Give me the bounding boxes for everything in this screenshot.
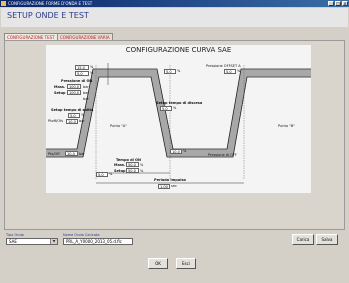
nome-onda-field[interactable]: PRL_A_Y0000_2013_05.d.flc xyxy=(63,238,133,245)
ptoff-input[interactable]: 10.0 xyxy=(66,119,78,124)
pressure-max-input[interactable]: 100.0 xyxy=(67,84,81,89)
point-b-label: Punto "B" xyxy=(278,124,295,128)
ton-setup-input[interactable]: 50.0 xyxy=(126,168,139,173)
window-title: CONFIGURAZIONE FORME D'ONDA E TEST xyxy=(8,1,93,6)
period-unit: sec xyxy=(171,184,177,188)
ptsoff-label: Pts/Off xyxy=(48,152,60,156)
page-header: SETUP ONDE E TEST xyxy=(1,8,348,27)
carica-button[interactable]: Carica xyxy=(292,234,314,245)
close-button[interactable]: x xyxy=(342,1,348,6)
ptoff-unit: bar xyxy=(79,119,85,123)
ptsoff-input[interactable]: 10.0 xyxy=(65,151,78,156)
setup-fall-label: Setup tempo di discesa xyxy=(156,101,203,105)
pressure-offset-label: Pressione OFFSET A xyxy=(206,64,241,68)
ptoff-label: Ptoff/Ofs xyxy=(48,119,64,123)
ton-setup-label: Setup xyxy=(114,169,126,173)
minimize-button[interactable]: _ xyxy=(328,1,334,6)
top-right-pct-input[interactable]: 5.0 xyxy=(164,69,176,74)
tipo-onda-label: Tipo Onda xyxy=(6,233,24,237)
pressure-setup-unit: bar xyxy=(83,91,89,95)
pressure-setup-input[interactable]: 100.0 xyxy=(67,90,81,95)
ton-max-label: Mass. xyxy=(114,163,126,167)
ton-max-input[interactable]: 50.0 xyxy=(126,162,139,167)
top-pct-input-1[interactable]: 15.0 xyxy=(75,65,89,70)
pressure-offset-unit: % xyxy=(237,69,241,73)
pressure-off-label: Pressione di OFF xyxy=(208,153,237,157)
pressure-extra-unit: bar xyxy=(83,97,89,101)
nome-onda-label: Nome Onda Caricata xyxy=(63,233,100,237)
app-icon xyxy=(1,1,6,6)
period-label: Periodo impulso xyxy=(154,178,186,182)
setup-fall-unit: % xyxy=(173,106,177,110)
pressure-setup-label: Setup xyxy=(54,91,66,95)
setup-rise-unit: % xyxy=(81,113,85,117)
page-title: SETUP ONDE E TEST xyxy=(7,11,89,20)
salva-button[interactable]: Salva xyxy=(316,234,338,245)
top-right-pct-unit: % xyxy=(177,69,181,73)
ok-button[interactable]: OK xyxy=(148,258,168,269)
maximize-button[interactable]: □ xyxy=(335,1,341,6)
top-pct-unit-1: % xyxy=(90,65,94,69)
pressure-max-unit: bar xyxy=(83,85,89,89)
period-input[interactable]: 1.00 xyxy=(158,184,170,189)
setup-fall-input[interactable]: 5.0 xyxy=(160,106,172,111)
point-a-label: Punto "A" xyxy=(110,124,127,128)
sae-curve-diagram: CONFIGURAZIONE CURVA SAE 15.0 % 5.0 % Pr… xyxy=(46,45,311,193)
bottom-left-pct-unit: % xyxy=(109,172,113,176)
setup-rise-input[interactable]: 5.0 xyxy=(68,113,80,118)
ton-max-unit: % xyxy=(140,163,144,167)
setup-rise-label: Setup tempo di salita xyxy=(51,108,94,112)
pressure-on-label: Pressione di ON xyxy=(61,79,93,83)
pressure-max-label: Mass. xyxy=(54,85,66,89)
bottom-mid-pct-unit: % xyxy=(183,149,187,153)
bottom-mid-pct-input[interactable]: 10.0 xyxy=(170,149,182,154)
pressure-offset-input[interactable]: 5.0 xyxy=(224,69,236,74)
tipo-onda-select[interactable]: SAE ▼ xyxy=(6,238,58,245)
ton-setup-unit: % xyxy=(140,169,144,173)
chevron-down-icon[interactable]: ▼ xyxy=(50,239,57,244)
tipo-onda-value: SAE xyxy=(9,239,17,244)
window-titlebar: CONFIGURAZIONE FORME D'ONDA E TEST _ □ x xyxy=(0,0,349,7)
top-pct-unit-2: % xyxy=(90,71,94,75)
top-pct-input-2[interactable]: 5.0 xyxy=(75,71,89,76)
ptsoff-unit: bar xyxy=(79,152,85,156)
esci-button[interactable]: Esci xyxy=(176,258,196,269)
bottom-left-pct-input[interactable]: 5.0 xyxy=(96,172,108,177)
